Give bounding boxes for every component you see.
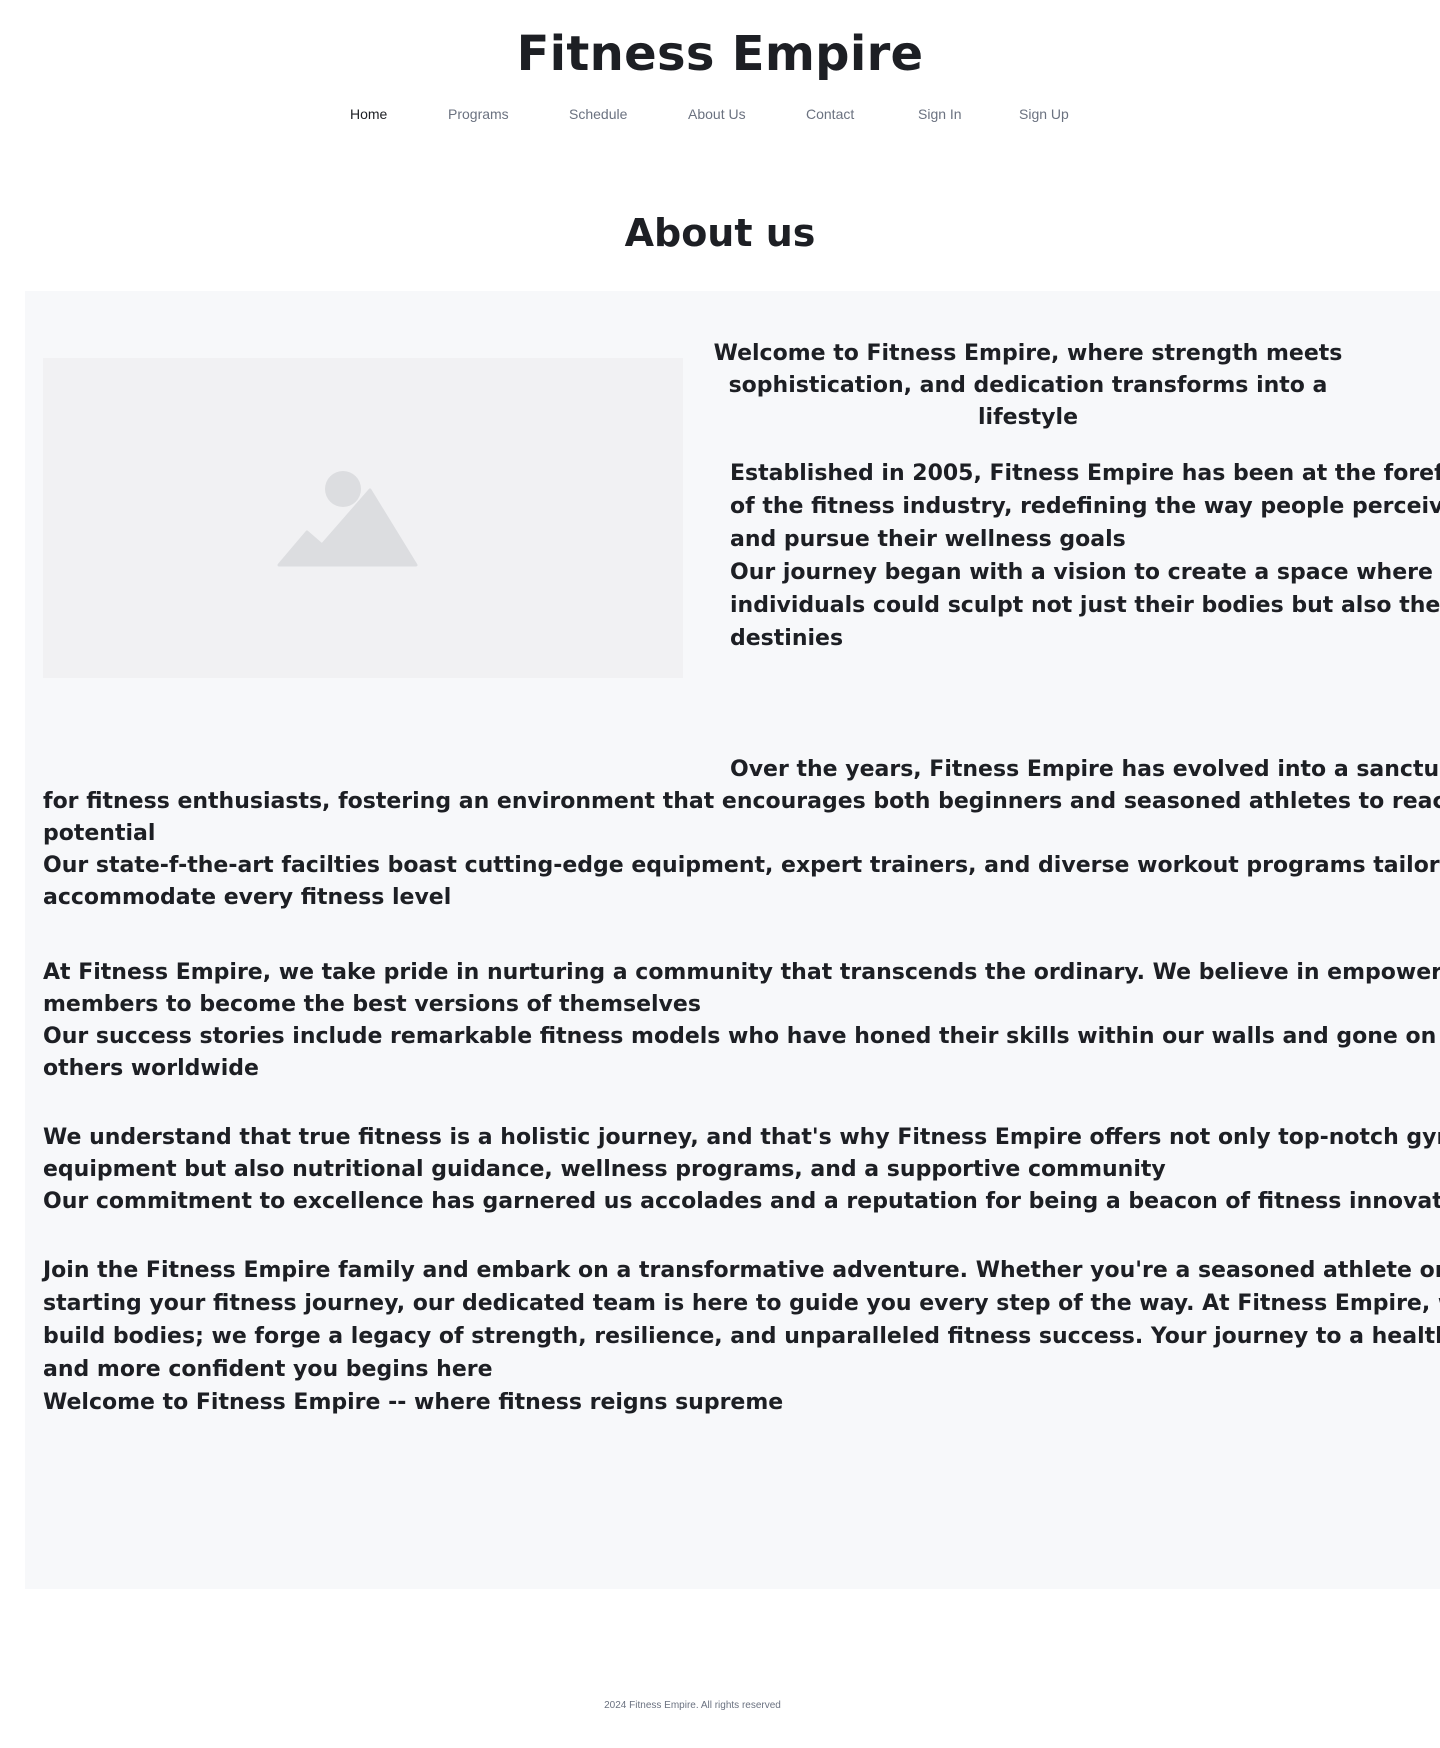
paragraph-line: build bodies; we forge a legacy of stren… xyxy=(43,1324,1440,1349)
nav-programs-link[interactable]: Programs xyxy=(448,104,509,124)
about-section: Welcome to Fitness Empire, where strengt… xyxy=(25,291,1440,1589)
about-paragraph-history: Established in 2005, Fitness Empire has … xyxy=(730,457,1440,655)
about-lead: Welcome to Fitness Empire, where strengt… xyxy=(698,338,1358,434)
paragraph-line: Our journey began with a vision to creat… xyxy=(730,560,1433,585)
nav-sign-up-link[interactable]: Sign Up xyxy=(1019,104,1069,124)
paragraph-line: starting your fitness journey, our dedic… xyxy=(43,1291,1440,1316)
about-image xyxy=(43,358,683,678)
paragraph-line: potential xyxy=(43,821,156,846)
paragraph-line: We understand that true fitness is a hol… xyxy=(43,1125,1440,1150)
paragraph-line: for fitness enthusiasts, fostering an en… xyxy=(43,789,1440,814)
paragraph-line: Welcome to Fitness Empire -- where fitne… xyxy=(43,1390,784,1415)
paragraph-line: At Fitness Empire, we take pride in nurt… xyxy=(43,960,1440,985)
nav-home-link[interactable]: Home xyxy=(350,104,387,124)
paragraph-line: Over the years, Fitness Empire has evolv… xyxy=(730,757,1440,782)
about-lead-line: sophistication, and dedication transform… xyxy=(728,373,1328,430)
paragraph-line: Our state-f-the-art facilties boast cutt… xyxy=(43,853,1440,878)
about-paragraph-evolution: Over the years, Fitness Empire has evolv… xyxy=(43,754,1440,914)
page-heading: About us xyxy=(624,211,816,255)
about-paragraph-community: At Fitness Empire, we take pride in nurt… xyxy=(43,957,1440,1085)
nav-sign-in-link[interactable]: Sign In xyxy=(918,104,962,124)
paragraph-line: accommodate every fitness level xyxy=(43,885,452,910)
nav-contact-link[interactable]: Contact xyxy=(806,104,854,124)
paragraph-line: Join the Fitness Empire family and embar… xyxy=(43,1258,1440,1283)
image-placeholder-icon xyxy=(277,471,418,567)
about-paragraph-join: Join the Fitness Empire family and embar… xyxy=(43,1254,1440,1419)
paragraph-line: Our commitment to excellence has garnere… xyxy=(43,1189,1440,1214)
paragraph-line: members to become the best versions of t… xyxy=(43,992,701,1017)
paragraph-line: individuals could sculpt not just their … xyxy=(730,593,1440,618)
nav-about-us-link[interactable]: About Us xyxy=(688,104,746,124)
site-title: Fitness Empire xyxy=(516,26,924,82)
paragraph-line: equipment but also nutritional guidance,… xyxy=(43,1157,1166,1182)
paragraph-line: of the fitness industry, redefining the … xyxy=(730,494,1440,519)
paragraph-line: and pursue their wellness goals xyxy=(730,527,1126,552)
about-paragraph-holistic: We understand that true fitness is a hol… xyxy=(43,1122,1440,1218)
about-lead-line: Welcome to Fitness Empire, where strengt… xyxy=(713,341,1343,366)
paragraph-line: others worldwide xyxy=(43,1056,259,1081)
paragraph-line: destinies xyxy=(730,626,844,651)
paragraph-line: Our success stories include remarkable f… xyxy=(43,1024,1440,1049)
main-nav: Home Programs Schedule About Us Contact … xyxy=(0,104,1440,126)
footer-copyright: 2024 Fitness Empire. All rights reserved xyxy=(604,1700,781,1711)
nav-schedule-link[interactable]: Schedule xyxy=(569,104,627,124)
paragraph-line: and more confident you begins here xyxy=(43,1357,493,1382)
paragraph-line: Established in 2005, Fitness Empire has … xyxy=(730,461,1440,486)
